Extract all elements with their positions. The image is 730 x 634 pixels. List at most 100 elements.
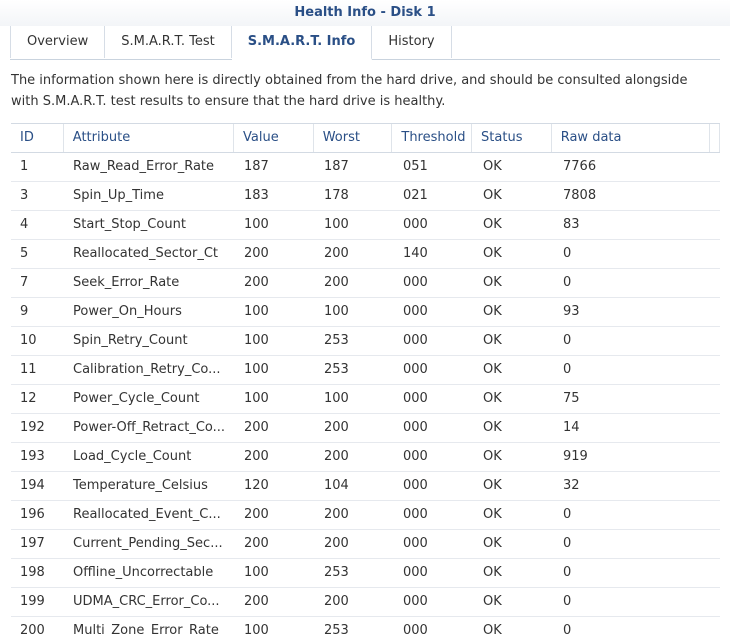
column-header-value[interactable]: Value [234, 124, 314, 152]
cell-status: OK [483, 159, 502, 174]
cell-value: 200 [244, 507, 269, 522]
cell-id: 200 [20, 623, 45, 634]
tab-smart-info[interactable]: S.M.A.R.T. Info [231, 26, 373, 60]
cell-raw-data: 0 [563, 594, 572, 609]
cell-raw-data: 919 [563, 449, 588, 464]
cell-status: OK [483, 478, 502, 493]
cell-value: 100 [244, 304, 269, 319]
smart-info-table: ID Attribute Value Worst Threshold Statu… [11, 123, 721, 634]
cell-worst: 200 [324, 449, 349, 464]
cell-raw-data: 32 [563, 478, 580, 493]
description-text: The information shown here is directly o… [11, 73, 688, 109]
cell-raw-data: 83 [563, 217, 580, 232]
cell-value: 100 [244, 333, 269, 348]
table-row[interactable]: 197 Current_Pending_Sec... 200 200 000 OK 0 [11, 530, 720, 559]
table-row[interactable]: 11 Calibration_Retry_Co... 100 253 000 OK 0 [11, 356, 720, 385]
cell-status: OK [483, 362, 502, 377]
cell-attribute: Spin_Retry_Count [73, 333, 188, 348]
cell-threshold: 000 [403, 507, 428, 522]
cell-raw-data: 14 [563, 420, 580, 435]
cell-value: 200 [244, 420, 269, 435]
cell-raw-data: 0 [563, 362, 572, 377]
table-row[interactable]: 196 Reallocated_Event_C... 200 200 000 OK 0 [11, 501, 720, 530]
cell-value: 100 [244, 362, 269, 377]
table-row[interactable]: 200 Multi_Zone_Error_Rate 100 253 000 OK 0 [11, 617, 720, 634]
cell-worst: 100 [324, 304, 349, 319]
table-row[interactable]: 10 Spin_Retry_Count 100 253 000 OK 0 [11, 327, 720, 356]
table-row[interactable]: 5 Reallocated_Sector_Ct 200 200 140 OK 0 [11, 240, 720, 269]
cell-status: OK [483, 507, 502, 522]
cell-raw-data: 0 [563, 623, 572, 634]
cell-value: 200 [244, 275, 269, 290]
cell-value: 100 [244, 217, 269, 232]
column-header-raw-data[interactable]: Raw data [552, 124, 711, 152]
cell-value: 100 [244, 623, 269, 634]
cell-status: OK [483, 217, 502, 232]
table-row[interactable]: 7 Seek_Error_Rate 200 200 000 OK 0 [11, 269, 720, 298]
cell-attribute: Calibration_Retry_Co... [73, 362, 221, 377]
cell-id: 199 [20, 594, 45, 609]
cell-id: 7 [20, 275, 29, 290]
cell-threshold: 000 [403, 565, 428, 580]
cell-raw-data: 0 [563, 507, 572, 522]
cell-threshold: 000 [403, 623, 428, 634]
column-header-worst[interactable]: Worst [314, 124, 393, 152]
cell-id: 196 [20, 507, 45, 522]
table-row[interactable]: 193 Load_Cycle_Count 200 200 000 OK 919 [11, 443, 720, 472]
column-header-threshold[interactable]: Threshold [392, 124, 473, 152]
cell-status: OK [483, 420, 502, 435]
table-row[interactable]: 4 Start_Stop_Count 100 100 000 OK 83 [11, 211, 720, 240]
cell-value: 183 [244, 188, 269, 203]
cell-worst: 253 [324, 565, 349, 580]
tab-smart-test[interactable]: S.M.A.R.T. Test [105, 26, 232, 58]
cell-id: 11 [20, 362, 37, 377]
table-row[interactable]: 9 Power_On_Hours 100 100 000 OK 93 [11, 298, 720, 327]
table-row[interactable]: 194 Temperature_Celsius 120 104 000 OK 32 [11, 472, 720, 501]
table-row[interactable]: 199 UDMA_CRC_Error_Co... 200 200 000 OK 0 [11, 588, 720, 617]
cell-id: 193 [20, 449, 45, 464]
column-header-filler [710, 124, 721, 152]
cell-threshold: 000 [403, 217, 428, 232]
cell-id: 1 [20, 159, 29, 174]
cell-attribute: Power-Off_Retract_Co... [73, 420, 226, 435]
cell-status: OK [483, 246, 502, 261]
table-row[interactable]: 3 Spin_Up_Time 183 178 021 OK 7808 [11, 182, 720, 211]
tab-history[interactable]: History [372, 26, 452, 58]
cell-threshold: 000 [403, 362, 428, 377]
cell-attribute: Seek_Error_Rate [73, 275, 180, 290]
cell-threshold: 000 [403, 391, 428, 406]
table-row[interactable]: 1 Raw_Read_Error_Rate 187 187 051 OK 7766 [11, 153, 720, 182]
cell-threshold: 000 [403, 594, 428, 609]
column-header-status[interactable]: Status [472, 124, 552, 152]
cell-id: 9 [20, 304, 29, 319]
cell-worst: 200 [324, 275, 349, 290]
table-row[interactable]: 192 Power-Off_Retract_Co... 200 200 000 OK 14 [11, 414, 720, 443]
cell-threshold: 000 [403, 420, 428, 435]
cell-threshold: 000 [403, 304, 428, 319]
cell-raw-data: 75 [563, 391, 580, 406]
cell-status: OK [483, 304, 502, 319]
cell-attribute: Temperature_Celsius [73, 478, 208, 493]
table-body: 1 Raw_Read_Error_Rate 187 187 051 OK 7766 3 Spin… [11, 153, 720, 634]
cell-raw-data: 0 [563, 275, 572, 290]
cell-value: 100 [244, 391, 269, 406]
cell-threshold: 021 [403, 188, 428, 203]
cell-attribute: Reallocated_Event_C... [73, 507, 221, 522]
column-header-attribute[interactable]: Attribute [64, 124, 235, 152]
cell-raw-data: 7808 [563, 188, 597, 203]
column-header-id[interactable]: ID [11, 124, 64, 152]
cell-threshold: 000 [403, 275, 428, 290]
table-row[interactable]: 12 Power_Cycle_Count 100 100 000 OK 75 [11, 385, 720, 414]
tab-overview[interactable]: Overview [10, 26, 106, 58]
cell-worst: 200 [324, 420, 349, 435]
cell-worst: 253 [324, 362, 349, 377]
cell-threshold: 000 [403, 449, 428, 464]
table-row[interactable]: 198 Offline_Uncorrectable 100 253 000 OK 0 [11, 559, 720, 588]
cell-threshold: 051 [403, 159, 428, 174]
cell-id: 197 [20, 536, 45, 551]
cell-value: 120 [244, 478, 269, 493]
cell-worst: 200 [324, 536, 349, 551]
cell-id: 192 [20, 420, 45, 435]
cell-status: OK [483, 188, 502, 203]
cell-id: 3 [20, 188, 29, 203]
